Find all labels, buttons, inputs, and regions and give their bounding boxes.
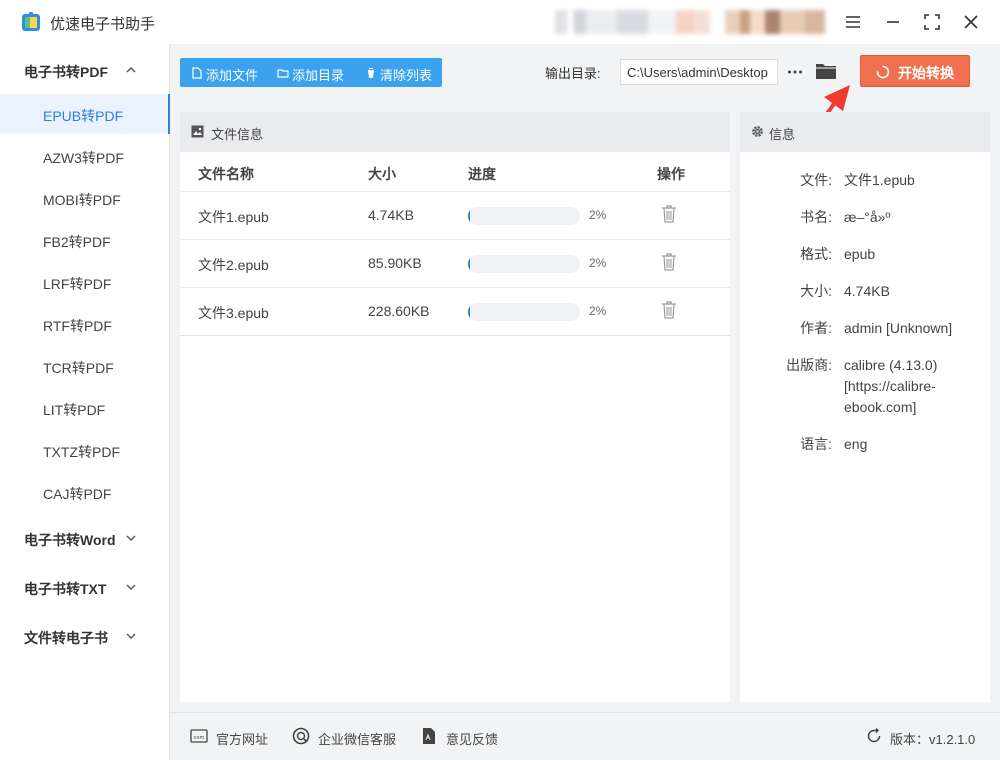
sidebar-item-tcr-to-pdf[interactable]: TCR转PDF	[0, 346, 170, 386]
file-info-panel: 文件信息 文件名称 大小 进度 操作 文件1.epub 4.74KB 2% 文件…	[180, 112, 730, 702]
column-header-size: 大小	[368, 166, 396, 182]
output-dir-input[interactable]	[620, 59, 778, 85]
minimize-icon[interactable]	[883, 12, 903, 32]
column-header-name: 文件名称	[198, 166, 254, 182]
progress-fill	[468, 207, 471, 225]
blurred-user-info	[555, 10, 710, 34]
file-size: 85.90KB	[368, 255, 422, 271]
sidebar-item-rtf-to-pdf[interactable]: RTF转PDF	[0, 304, 170, 344]
table-row[interactable]: 文件1.epub 4.74KB 2%	[180, 191, 730, 239]
file-icon	[192, 67, 202, 79]
file-name: 文件2.epub	[198, 257, 269, 273]
progress-bar	[468, 207, 580, 225]
sidebar-category-ebook-to-txt[interactable]: 电子书转TXT	[0, 567, 170, 607]
gear-icon	[752, 126, 763, 137]
add-file-button[interactable]: 添加文件	[190, 58, 272, 87]
column-header-progress: 进度	[468, 166, 496, 182]
app-title: 优速电子书助手	[50, 16, 156, 33]
start-convert-button[interactable]: 开始转换	[860, 55, 970, 87]
progress-fill	[468, 303, 471, 321]
menu-icon[interactable]	[843, 12, 863, 32]
file-name: 文件1.epub	[198, 209, 269, 225]
file-name: 文件3.epub	[198, 305, 269, 321]
sidebar-item-txtz-to-pdf[interactable]: TXTZ转PDF	[0, 430, 170, 470]
toolbar-button-group: 添加文件 添加目录 清除列表	[180, 58, 442, 87]
delete-file-icon[interactable]	[661, 301, 677, 319]
svg-text:com: com	[194, 735, 205, 741]
clear-list-button[interactable]: 清除列表	[364, 58, 440, 87]
file-size: 4.74KB	[368, 207, 414, 223]
sidebar-category-ebook-to-pdf[interactable]: 电子书转PDF	[0, 50, 170, 90]
close-icon[interactable]	[961, 12, 981, 32]
sidebar-item-epub-to-pdf[interactable]: EPUB转PDF	[0, 94, 170, 134]
progress-bar	[468, 303, 580, 321]
info-title: 信息	[769, 127, 796, 142]
progress-text: 2%	[589, 208, 607, 222]
file-info-title: 文件信息	[211, 127, 264, 142]
output-dir-label: 输出目录:	[545, 66, 601, 81]
refresh-icon	[867, 728, 881, 743]
sidebar-category-ebook-to-word[interactable]: 电子书转Word	[0, 518, 170, 558]
blurred-avatar	[725, 10, 825, 34]
website-icon: com	[190, 729, 208, 743]
loading-spinner-icon	[876, 65, 890, 79]
add-folder-button[interactable]: 添加目录	[276, 58, 360, 87]
delete-file-icon[interactable]	[661, 253, 677, 271]
chevron-down-icon	[126, 584, 136, 590]
sidebar-item-caj-to-pdf[interactable]: CAJ转PDF	[0, 472, 170, 512]
info-panel: 信息 文件: 文件1.epub 书名: æ–°å»º 格式: epub 大小: …	[740, 112, 990, 702]
more-options-icon[interactable]	[787, 62, 803, 82]
title-bar: 优速电子书助手	[0, 0, 1000, 44]
progress-fill	[468, 255, 471, 273]
folder-icon	[277, 69, 289, 78]
progress-text: 2%	[589, 304, 607, 318]
file-info-header: 文件信息	[180, 112, 730, 152]
column-header-action: 操作	[657, 166, 685, 182]
table-row[interactable]: 文件3.epub 228.60KB 2%	[180, 287, 730, 335]
info-header: 信息	[740, 112, 990, 152]
table-row[interactable]: 文件2.epub 85.90KB 2%	[180, 239, 730, 287]
sidebar-item-fb2-to-pdf[interactable]: FB2转PDF	[0, 220, 170, 260]
chevron-up-icon	[126, 67, 136, 73]
sidebar-item-lit-to-pdf[interactable]: LIT转PDF	[0, 388, 170, 428]
sidebar-category-file-to-ebook[interactable]: 文件转电子书	[0, 616, 170, 656]
delete-file-icon[interactable]	[661, 205, 677, 223]
file-size: 228.60KB	[368, 303, 430, 319]
image-icon	[191, 125, 204, 138]
sidebar-item-azw3-to-pdf[interactable]: AZW3转PDF	[0, 136, 170, 176]
sidebar-item-mobi-to-pdf[interactable]: MOBI转PDF	[0, 178, 170, 218]
progress-bar	[468, 255, 580, 273]
table-divider	[180, 335, 730, 336]
sidebar-item-lrf-to-pdf[interactable]: LRF转PDF	[0, 262, 170, 302]
wechat-icon	[292, 727, 310, 745]
sidebar: 电子书转PDF EPUB转PDF AZW3转PDF MOBI转PDF FB2转P…	[0, 44, 170, 760]
progress-text: 2%	[589, 256, 607, 270]
maximize-icon[interactable]	[922, 12, 942, 32]
chevron-down-icon	[126, 535, 136, 541]
chevron-down-icon	[126, 633, 136, 639]
footer: com 官方网址 企业微信客服 意见反馈 版本：v1.2.1.0	[170, 712, 1000, 760]
trash-icon	[367, 68, 375, 78]
app-logo-icon	[22, 12, 40, 31]
open-folder-icon[interactable]	[815, 61, 837, 81]
feedback-icon	[423, 728, 435, 744]
